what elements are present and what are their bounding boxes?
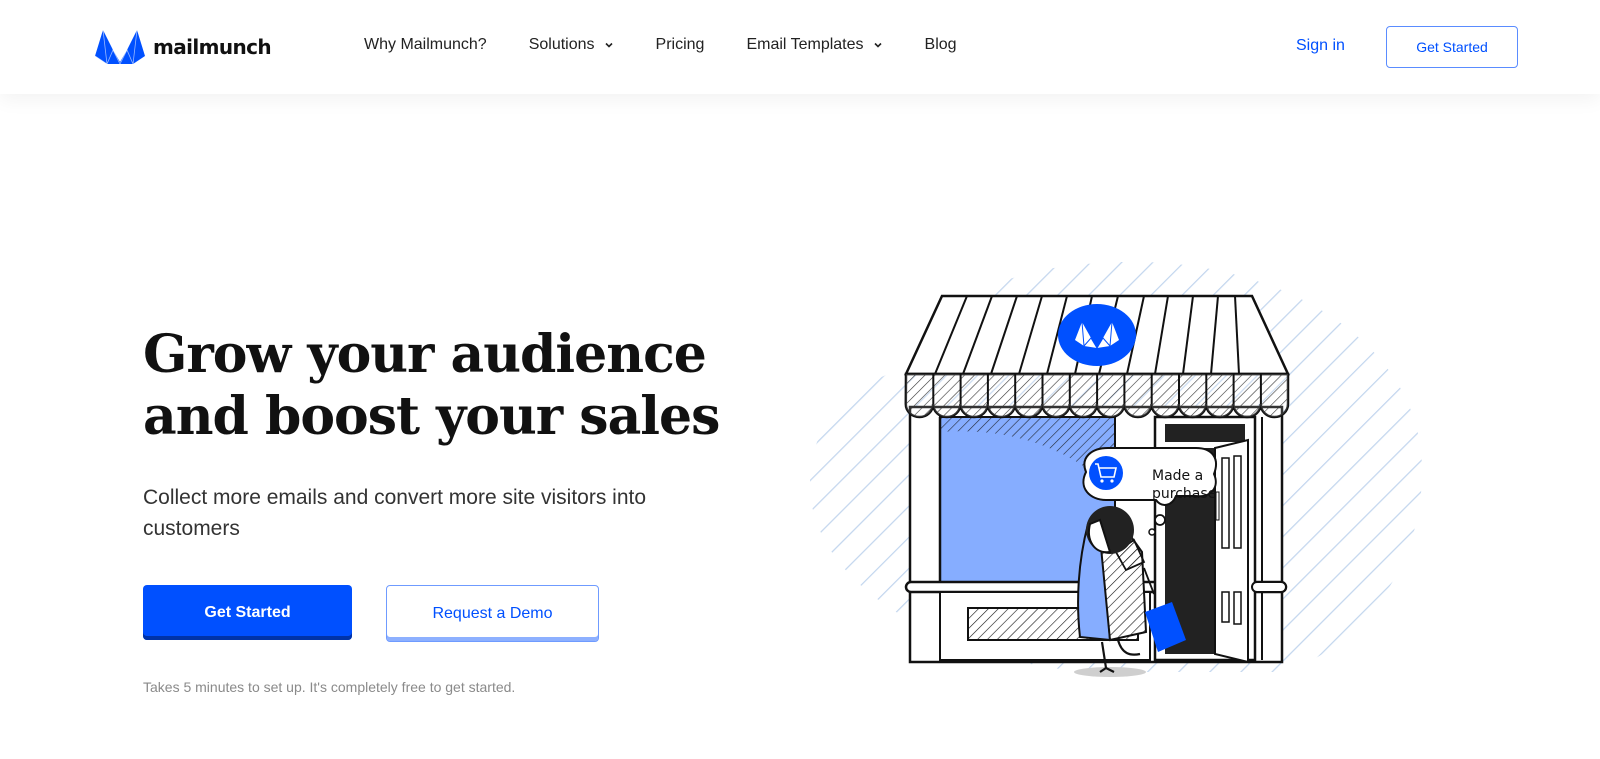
setup-note: Takes 5 minutes to set up. It's complete… [143, 679, 516, 695]
nav-blog[interactable]: Blog [925, 36, 957, 54]
open-door [1214, 438, 1249, 664]
hero-title-line: and boost your sales [143, 386, 720, 447]
storefront-svg [810, 262, 1423, 677]
nav-email-templates[interactable]: Email Templates [746, 36, 882, 54]
header-get-started-button[interactable]: Get Started [1386, 26, 1518, 68]
nav-label: Why Mailmunch? [364, 36, 487, 53]
hero-subtitle: Collect more emails and convert more sit… [143, 486, 647, 540]
chevron-down-icon [873, 40, 883, 50]
brand-logo[interactable]: mailmunch [93, 28, 272, 66]
nav-label: Blog [924, 36, 957, 53]
main-nav: Why Mailmunch? Solutions Pricing Email T… [364, 36, 999, 54]
storefront-illustration: Made a purchase [810, 262, 1450, 692]
bubble-line: Made a [1152, 468, 1204, 484]
sign-in-link[interactable]: Sign in [1296, 37, 1345, 55]
door-transom [1165, 424, 1245, 442]
bubble-label: Made a purchase [1152, 467, 1216, 503]
hero-title: Grow your audience and boost your sales [143, 324, 743, 448]
site-header: mailmunch Why Mailmunch? Solutions Prici… [0, 0, 1600, 94]
shopping-cart-icon [1089, 456, 1123, 490]
nav-label: Email Templates [746, 36, 864, 53]
brand-name: mailmunch [153, 35, 272, 59]
nav-solutions[interactable]: Solutions [529, 36, 614, 54]
bubble-line: purchase [1152, 486, 1217, 502]
mailmunch-sign-icon [1058, 304, 1136, 366]
hero-title-line: Grow your audience [143, 324, 707, 385]
chevron-down-icon [604, 40, 614, 50]
mailmunch-logo-icon [94, 29, 145, 66]
get-started-button[interactable]: Get Started [143, 585, 352, 640]
nav-label: Pricing [655, 36, 705, 53]
nav-label: Solutions [528, 36, 595, 53]
nav-pricing[interactable]: Pricing [656, 36, 705, 54]
request-demo-button[interactable]: Request a Demo [386, 585, 599, 642]
nav-why-mailmunch[interactable]: Why Mailmunch? [364, 36, 487, 54]
